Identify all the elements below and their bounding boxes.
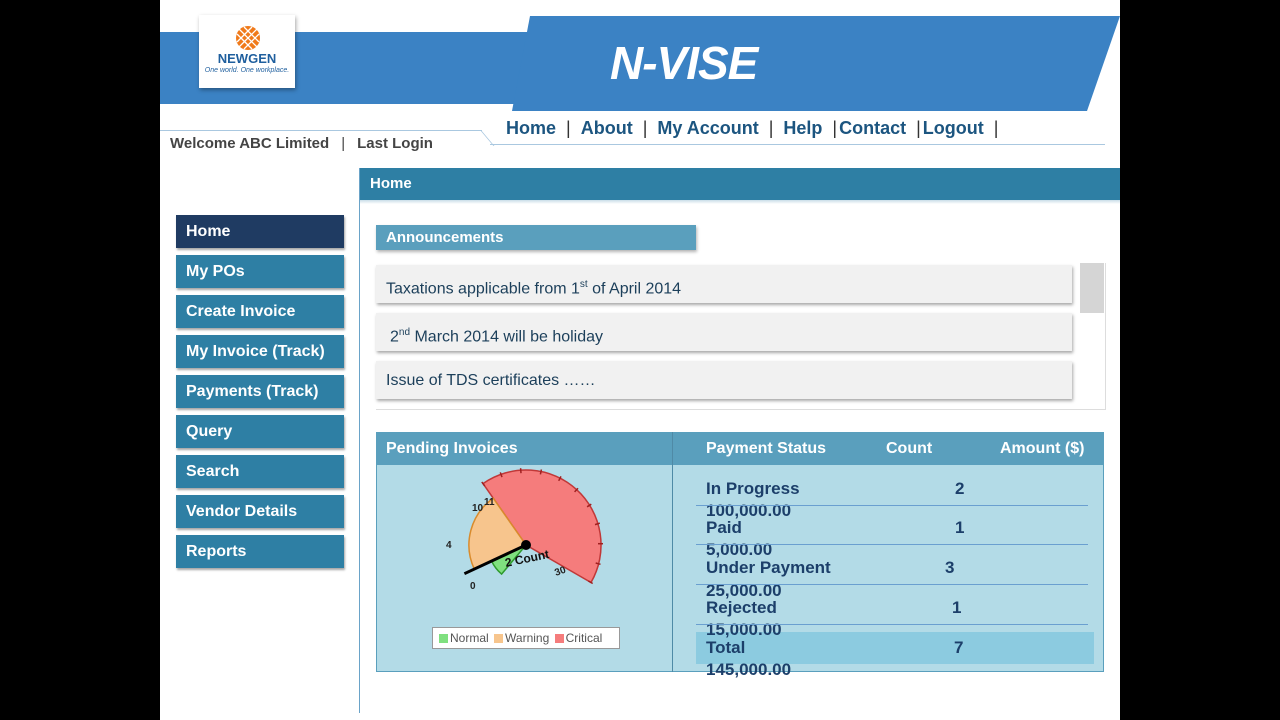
sidebar-item-my-pos[interactable]: My POs (176, 255, 344, 288)
legend-swatch-critical (554, 634, 564, 644)
legend-swatch-warning (494, 634, 504, 644)
logo-tagline: One world. One workplace. (204, 67, 290, 74)
sidebar-item-reports[interactable]: Reports (176, 535, 344, 568)
pending-invoices-gauge: 0 4 10 11 30 2 Count (446, 468, 603, 592)
gauge-tick-label: 0 (470, 581, 476, 592)
status-amount: 15,000.00 (706, 620, 782, 639)
welcome-text: Welcome ABC Limited (170, 135, 330, 152)
status-count: 3 (945, 558, 955, 577)
column-header-payment-status: Payment Status (706, 440, 827, 457)
pending-panel-divider (672, 432, 673, 672)
nav-home[interactable]: Home (506, 118, 556, 138)
nav-separator: | (642, 118, 648, 138)
announcement-text: 2 (390, 328, 399, 346)
status-name[interactable]: Paid (706, 518, 742, 538)
header-band-right (512, 16, 1120, 111)
sidebar-item-create-invoice[interactable]: Create Invoice (176, 295, 344, 328)
sidebar-item-vendor-details[interactable]: Vendor Details (176, 495, 344, 528)
last-login-text[interactable]: Last Login (357, 135, 433, 152)
announcement-text: of April 2014 (587, 280, 682, 298)
total-amount: 145,000.00 (706, 660, 792, 679)
row-separator (696, 505, 1088, 506)
row-separator (696, 544, 1088, 545)
newgen-logo[interactable]: NEWGEN One world. One workplace. (199, 15, 295, 88)
gauge-tick-label: 10 (472, 503, 484, 514)
announcements-scroll-thumb[interactable] (1080, 263, 1104, 313)
welcome-bar: Welcome ABC Limited | Last Login (170, 135, 433, 152)
sidebar-item-my-invoice-track[interactable]: My Invoice (Track) (176, 335, 344, 368)
nav-separator: | (566, 118, 571, 138)
legend-label-warning: Warning (505, 631, 550, 645)
content-title: Home (370, 175, 412, 192)
top-navigation: Home | About | My Account | Help | Contact | Logou… (506, 118, 1008, 139)
status-amount: 5,000.00 (706, 540, 773, 559)
header-divider-right (490, 144, 1105, 145)
total-label: Total (706, 638, 746, 657)
sidebar-item-query[interactable]: Query (176, 415, 344, 448)
sidebar-item-home[interactable]: Home (176, 215, 344, 248)
gauge-legend: Normal Warning Critical (432, 627, 620, 649)
content-border (359, 168, 360, 713)
announcement-text: March 2014 will be holiday (410, 328, 604, 346)
column-header-count: Count (886, 440, 933, 457)
nav-help[interactable]: Help (783, 118, 822, 138)
nav-separator: | (993, 118, 999, 138)
announcements-title: Announcements (376, 225, 696, 250)
legend-label-normal: Normal (450, 631, 489, 645)
status-name[interactable]: Under Payment (706, 558, 831, 578)
globe-logo-icon (236, 26, 260, 50)
nav-separator: | (916, 118, 921, 138)
status-name[interactable]: In Progress (706, 479, 800, 499)
row-separator (696, 584, 1088, 585)
welcome-separator: | (341, 135, 346, 152)
content-header: Home (360, 168, 1120, 200)
pending-invoices-title: Pending Invoices (386, 440, 518, 457)
announcement-superscript: nd (398, 327, 411, 338)
announcements-scrollbar[interactable] (1080, 263, 1104, 409)
status-name[interactable]: Rejected (706, 598, 777, 618)
sidebar-item-payments-track[interactable]: Payments (Track) (176, 375, 344, 408)
nav-separator: | (832, 118, 838, 138)
total-count: 7 (954, 638, 964, 657)
content-header-shadow (360, 200, 1120, 204)
gauge-hub (521, 540, 531, 550)
announcement-superscript: st (579, 279, 588, 290)
logo-brand: NEWGEN (217, 51, 277, 66)
gauge-tick-label: 4 (446, 540, 452, 551)
nav-separator: | (768, 118, 774, 138)
status-count: 1 (955, 518, 965, 537)
nav-my-account[interactable]: My Account (657, 118, 758, 138)
announcement-text: Taxations applicable from 1 (386, 280, 580, 298)
page: NEWGEN One world. One workplace. N-VISE … (160, 0, 1120, 720)
gauge-tick (539, 469, 543, 475)
legend-swatch-normal (439, 634, 448, 644)
status-count: 1 (952, 598, 962, 617)
status-count: 2 (955, 479, 965, 498)
column-header-amount: Amount ($) (1000, 440, 1085, 457)
gauge-tick-label: 11 (484, 497, 495, 508)
announcement-item[interactable]: Issue of TDS certificates …… (376, 361, 1072, 399)
app-title: N-VISE (610, 37, 758, 89)
nav-contact[interactable]: Contact (839, 118, 906, 138)
sidebar-item-search[interactable]: Search (176, 455, 344, 488)
nav-about[interactable]: About (581, 118, 633, 138)
legend-label-critical: Critical (565, 631, 603, 645)
announcement-item[interactable]: Taxations applicable from 1st of April 2… (376, 265, 1072, 303)
nav-logout[interactable]: Logout (923, 118, 984, 138)
row-separator (696, 624, 1088, 625)
header-divider (160, 130, 482, 131)
announcement-item[interactable]: 2nd March 2014 will be holiday (376, 313, 1072, 351)
announcement-text: Issue of TDS certificates …… (386, 372, 596, 389)
